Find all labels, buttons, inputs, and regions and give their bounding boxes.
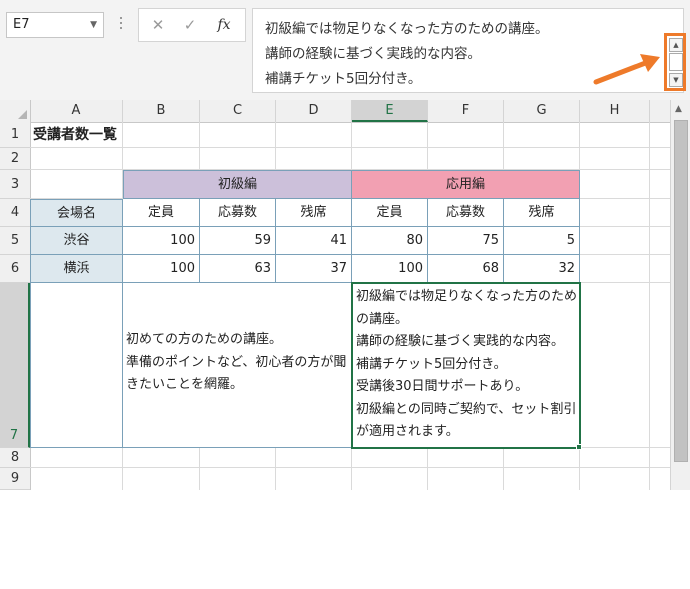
description-line: きたいことを網羅。 — [126, 377, 244, 392]
beginner-description[interactable]: 初めての方のための講座。 準備のポイントなど、初心者の方が聞 きたいことを網羅。 — [123, 283, 352, 448]
scroll-thumb[interactable] — [674, 120, 688, 462]
description-line: 初級編では物足りなくなった方のため — [356, 289, 578, 304]
chevron-down-icon[interactable]: ▼ — [90, 13, 97, 37]
formula-buttons: ✕ ✓ fx — [138, 8, 246, 42]
row-header-1[interactable]: 1 — [0, 122, 30, 148]
scroll-up-icon[interactable]: ▲ — [669, 38, 683, 52]
data-cell[interactable]: 80 — [352, 227, 428, 255]
name-box-value: E7 — [13, 17, 30, 32]
data-cell[interactable]: 75 — [428, 227, 504, 255]
description-line: 補講チケット5回分付き。 — [356, 356, 507, 372]
column-header-h[interactable]: H — [580, 100, 650, 122]
sub-header-capacity[interactable]: 定員 — [352, 199, 428, 227]
group-header-beginner[interactable]: 初級編 — [123, 170, 352, 199]
scroll-thumb[interactable] — [669, 53, 683, 71]
data-cell[interactable]: 68 — [428, 255, 504, 283]
row-header-7[interactable]: 7 — [0, 283, 30, 448]
row-header-2[interactable]: 2 — [0, 148, 30, 170]
callout-arrow-icon — [593, 54, 660, 85]
description-line: 講師の経験に基づく実践的な内容。 — [356, 334, 565, 349]
select-all-button[interactable] — [0, 100, 31, 122]
formula-scrollbar[interactable]: ▲ ▼ — [664, 33, 686, 91]
fill-handle[interactable] — [576, 444, 582, 450]
data-cell[interactable]: 5 — [504, 227, 580, 255]
worksheet-grid[interactable]: 受講者数一覧 初級編 応用編 会場名 定員 応募数 残席 定員 応募数 残席 渋… — [30, 122, 670, 490]
sheet-title[interactable]: 受講者数一覧 — [30, 122, 230, 148]
scroll-up-icon[interactable]: ▲ — [675, 104, 682, 114]
description-line: 準備のポイントなど、初心者の方が聞 — [126, 354, 347, 370]
column-headers: A B C D E F G H — [0, 100, 670, 123]
check-icon[interactable]: ✓ — [179, 15, 201, 35]
sheet-vertical-scrollbar[interactable]: ▲ — [670, 100, 690, 490]
row-header-9[interactable]: 9 — [0, 468, 30, 490]
row-header-6[interactable]: 6 — [0, 255, 30, 283]
row-headers: 1 2 3 4 5 6 7 8 9 — [0, 122, 31, 490]
row-header-5[interactable]: 5 — [0, 227, 30, 255]
sub-header-capacity[interactable]: 定員 — [123, 199, 200, 227]
column-header-b[interactable]: B — [123, 100, 200, 122]
description-line: が適用されます。 — [356, 424, 459, 439]
row-header-8[interactable]: 8 — [0, 448, 30, 468]
row-header-3[interactable]: 3 — [0, 170, 30, 199]
venue-cell[interactable]: 渋谷 — [30, 227, 123, 255]
column-header-d[interactable]: D — [276, 100, 352, 122]
sub-header-applicants[interactable]: 応募数 — [428, 199, 504, 227]
description-line: 初級編との同時ご契約で、セット割引 — [356, 401, 577, 417]
name-box[interactable]: E7 ▼ — [6, 12, 104, 38]
formula-line: 初級編では物足りなくなった方のための講座。 — [265, 21, 549, 37]
description-line: の講座。 — [356, 311, 409, 327]
column-header-a[interactable]: A — [30, 100, 123, 122]
data-cell[interactable]: 59 — [200, 227, 276, 255]
column-header-e[interactable]: E — [352, 100, 428, 122]
data-cell[interactable]: 32 — [504, 255, 580, 283]
formula-line: 補講チケット5回分付き。 — [265, 71, 422, 87]
formula-bar-area: E7 ▼ ✕ ✓ fx 初級編では物足りなくなった方のための講座。 講師の経験に… — [0, 0, 690, 100]
venue-header[interactable]: 会場名 — [30, 199, 123, 227]
description-line: 初めての方のための講座。 — [126, 332, 283, 347]
cancel-icon[interactable]: ✕ — [147, 15, 169, 35]
column-header-g[interactable]: G — [504, 100, 580, 122]
data-cell[interactable]: 100 — [123, 255, 200, 283]
formula-line: 講師の経験に基づく実践的な内容。 — [265, 46, 481, 62]
scroll-down-icon[interactable]: ▼ — [669, 73, 683, 87]
sub-header-remaining[interactable]: 残席 — [504, 199, 580, 227]
advanced-description-selected[interactable]: 初級編では物足りなくなった方のため の講座。 講師の経験に基づく実践的な内容。 … — [351, 282, 581, 449]
grip-handle[interactable] — [118, 14, 124, 36]
insert-function-button[interactable]: fx — [213, 15, 235, 35]
data-cell[interactable]: 100 — [123, 227, 200, 255]
venue-desc-cell[interactable] — [30, 283, 123, 448]
group-header-advanced[interactable]: 応用編 — [352, 170, 580, 199]
description-line: 受講後30日間サポートあり。 — [356, 379, 529, 394]
data-cell[interactable]: 41 — [276, 227, 352, 255]
sub-header-remaining[interactable]: 残席 — [276, 199, 352, 227]
sub-header-applicants[interactable]: 応募数 — [200, 199, 276, 227]
data-cell[interactable]: 100 — [352, 255, 428, 283]
data-cell[interactable]: 37 — [276, 255, 352, 283]
column-header-f[interactable]: F — [428, 100, 504, 122]
data-cell[interactable]: 63 — [200, 255, 276, 283]
row-header-4[interactable]: 4 — [0, 199, 30, 227]
venue-cell[interactable]: 横浜 — [30, 255, 123, 283]
column-header-c[interactable]: C — [200, 100, 276, 122]
